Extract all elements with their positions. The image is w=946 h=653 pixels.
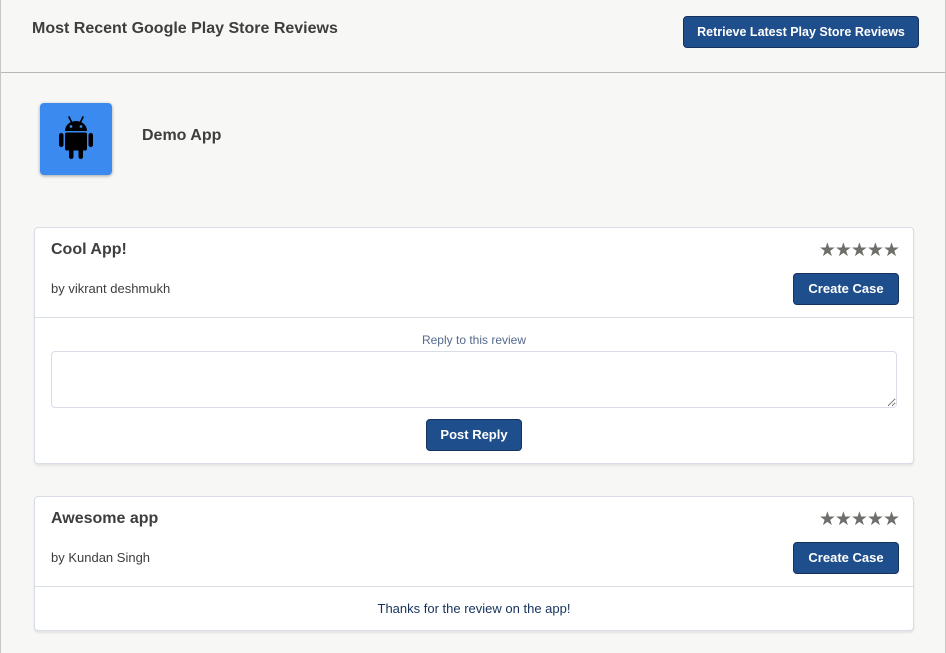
review-card: Awesome app ★★★★★ by Kundan Singh Create… [34, 496, 914, 631]
divider [35, 317, 913, 318]
review-title: Awesome app [51, 510, 159, 527]
divider [35, 586, 913, 587]
panel-header: Most Recent Google Play Store Reviews Re… [1, 0, 945, 73]
create-case-button[interactable]: Create Case [793, 542, 899, 574]
review-title: Cool App! [51, 241, 127, 258]
developer-reply-text: Thanks for the review on the app! [377, 601, 571, 616]
star-rating: ★★★★★ [818, 240, 900, 261]
reply-label: Reply to this review [421, 333, 527, 347]
reviews-panel: Most Recent Google Play Store Reviews Re… [0, 0, 946, 653]
app-name: Demo App [142, 127, 222, 144]
retrieve-reviews-button[interactable]: Retrieve Latest Play Store Reviews [683, 16, 919, 48]
create-case-button[interactable]: Create Case [793, 273, 899, 305]
page-title: Most Recent Google Play Store Reviews [32, 20, 338, 37]
review-card: Cool App! ★★★★★ by vikrant deshmukh Crea… [34, 227, 914, 464]
review-author: by Kundan Singh [51, 550, 151, 565]
star-rating: ★★★★★ [818, 509, 900, 530]
reply-textarea[interactable] [51, 351, 897, 408]
review-author: by vikrant deshmukh [51, 281, 171, 296]
android-icon [40, 103, 112, 175]
post-reply-button[interactable]: Post Reply [426, 419, 522, 451]
